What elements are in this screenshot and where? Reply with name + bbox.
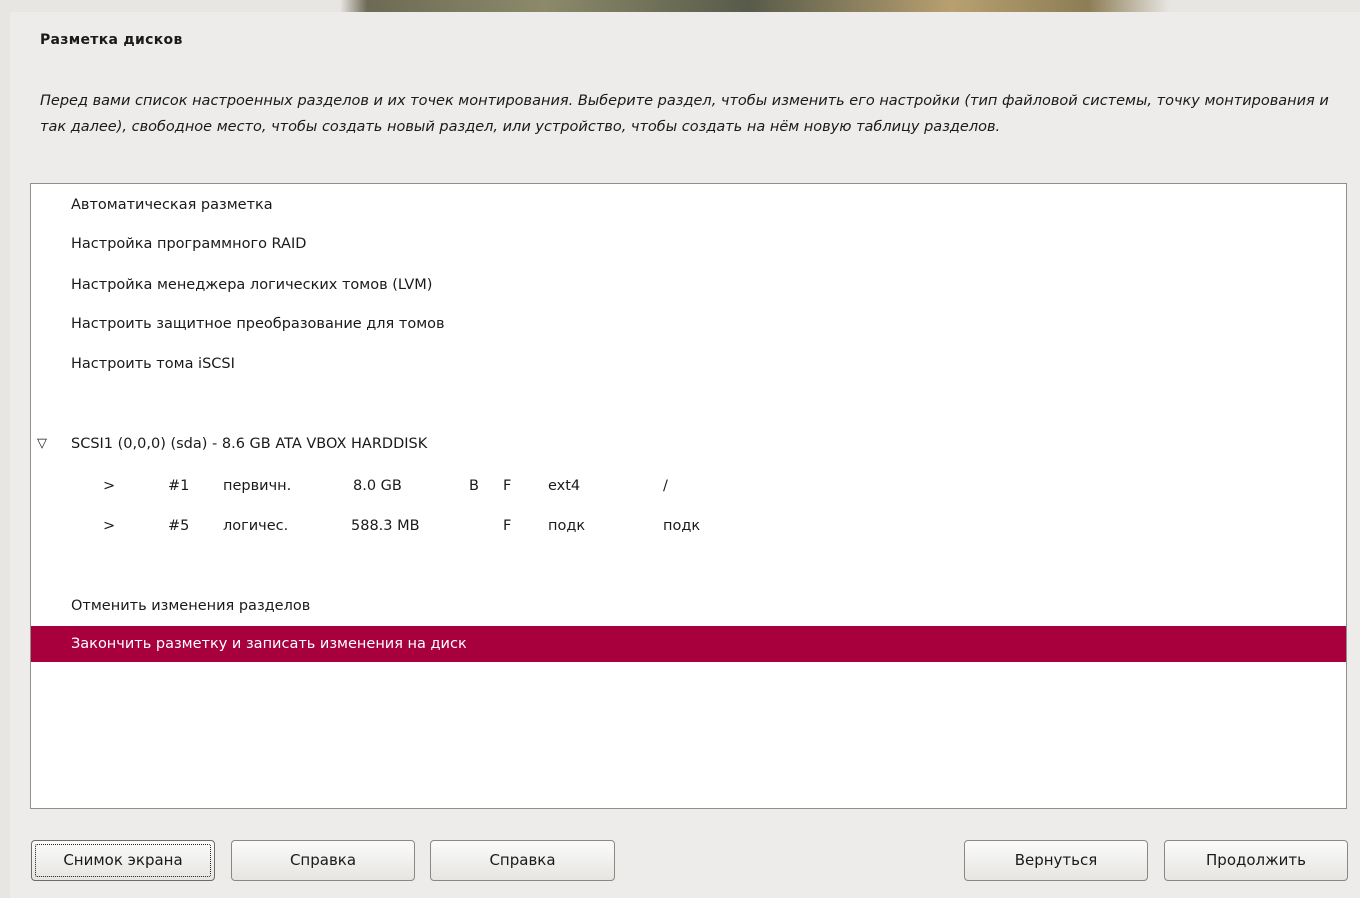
partition-size: 8.0 GB [353, 478, 402, 494]
page-description: Перед вами список настроенных разделов и… [40, 93, 1329, 135]
list-item-label: Автоматическая разметка [71, 197, 273, 213]
list-item-lvm[interactable]: Настройка менеджера логических томов (LV… [31, 267, 1346, 303]
list-item-auto-partition[interactable]: Автоматическая разметка [31, 187, 1346, 223]
partition-row-1[interactable]: > #1 первичн. 8.0 GB B F ext4 / [31, 468, 1346, 504]
help-button-2[interactable]: Справка [430, 840, 615, 881]
partition-type: первичн. [223, 478, 292, 494]
partition-format-flag: F [503, 478, 512, 494]
partition-row-5[interactable]: > #5 логичес. 588.3 MB F подк подк [31, 508, 1346, 544]
chevron-right-icon: > [103, 518, 116, 534]
partition-filesystem: ext4 [548, 478, 581, 494]
partition-number: #5 [168, 518, 190, 534]
partition-number: #1 [168, 478, 190, 494]
partition-mountpoint: / [663, 478, 668, 494]
list-item-finish-partitioning[interactable]: Закончить разметку и записать изменения … [31, 626, 1346, 662]
list-item-label: Отменить изменения разделов [71, 598, 311, 614]
partition-mountpoint: подк [663, 518, 701, 534]
back-button[interactable]: Вернуться [964, 840, 1148, 881]
partition-bootable-flag: B [469, 478, 479, 494]
help-button[interactable]: Справка [231, 840, 415, 881]
screenshot-button-label: Снимок экрана [63, 851, 183, 869]
disk-row-sda[interactable]: ▽ SCSI1 (0,0,0) (sda) - 8.6 GB ATA VBOX … [31, 426, 1346, 462]
page-title: Разметка дисков [40, 32, 183, 48]
partition-format-flag: F [503, 518, 512, 534]
list-item-label: Настроить защитное преобразование для то… [71, 316, 445, 332]
continue-button[interactable]: Продолжить [1164, 840, 1348, 881]
list-item-label: Настройка менеджера логических томов (LV… [71, 277, 433, 293]
header-banner-image [0, 0, 1360, 12]
partition-filesystem: подк [548, 518, 586, 534]
list-item-label: Настройка программного RAID [71, 236, 307, 252]
chevron-right-icon: > [103, 478, 116, 494]
list-item-software-raid[interactable]: Настройка программного RAID [31, 226, 1346, 262]
list-item-label: Закончить разметку и записать изменения … [71, 636, 467, 652]
partition-list[interactable]: Автоматическая разметка Настройка програ… [30, 183, 1347, 809]
partition-type: логичес. [223, 518, 289, 534]
list-item-undo-changes[interactable]: Отменить изменения разделов [31, 588, 1346, 624]
list-item-encrypted-volumes[interactable]: Настроить защитное преобразование для то… [31, 306, 1346, 342]
list-item-iscsi[interactable]: Настроить тома iSCSI [31, 346, 1346, 382]
disk-label: SCSI1 (0,0,0) (sda) - 8.6 GB ATA VBOX HA… [71, 436, 428, 452]
triangle-down-icon[interactable]: ▽ [37, 426, 47, 462]
screenshot-button[interactable]: Снимок экрана [31, 840, 215, 881]
list-item-label: Настроить тома iSCSI [71, 356, 235, 372]
partition-size: 588.3 MB [351, 518, 420, 534]
